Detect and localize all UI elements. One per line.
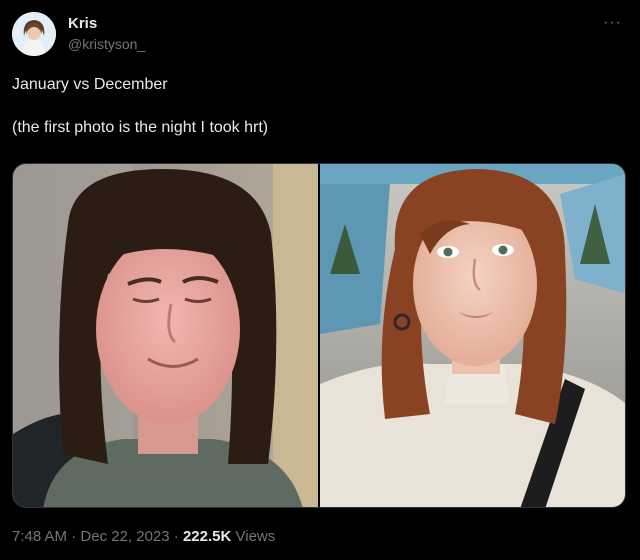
tweet-meta: 7:48 AM · Dec 22, 2023 · 222.5K Views xyxy=(12,528,275,545)
tweet-text-line-2: (the first photo is the night I took hrt… xyxy=(12,119,269,136)
meta-separator: · xyxy=(173,528,179,545)
meta-separator: · xyxy=(71,528,77,545)
january-photo-image xyxy=(13,164,318,507)
profile-avatar-icon xyxy=(12,12,56,56)
december-photo[interactable] xyxy=(319,164,625,507)
more-horizontal-icon[interactable]: ··· xyxy=(603,14,622,32)
views-label: Views xyxy=(235,528,276,545)
display-name[interactable]: Kris xyxy=(68,14,145,34)
media-grid xyxy=(12,163,626,508)
author-names: Kris @kristyson_ xyxy=(68,14,145,54)
handle[interactable]: @kristyson_ xyxy=(68,34,145,54)
tweet-text: January vs December (the first photo is … xyxy=(12,74,622,138)
january-photo[interactable] xyxy=(13,164,318,507)
tweet-date[interactable]: Dec 22, 2023 xyxy=(80,528,169,545)
views-count[interactable]: 222.5K xyxy=(183,528,231,545)
tweet-time[interactable]: 7:48 AM xyxy=(12,528,67,545)
avatar[interactable] xyxy=(12,12,56,56)
december-photo-image xyxy=(319,164,625,507)
tweet-text-line-1: January vs December xyxy=(12,76,168,93)
tweet-header: Kris @kristyson_ ··· xyxy=(12,12,628,60)
